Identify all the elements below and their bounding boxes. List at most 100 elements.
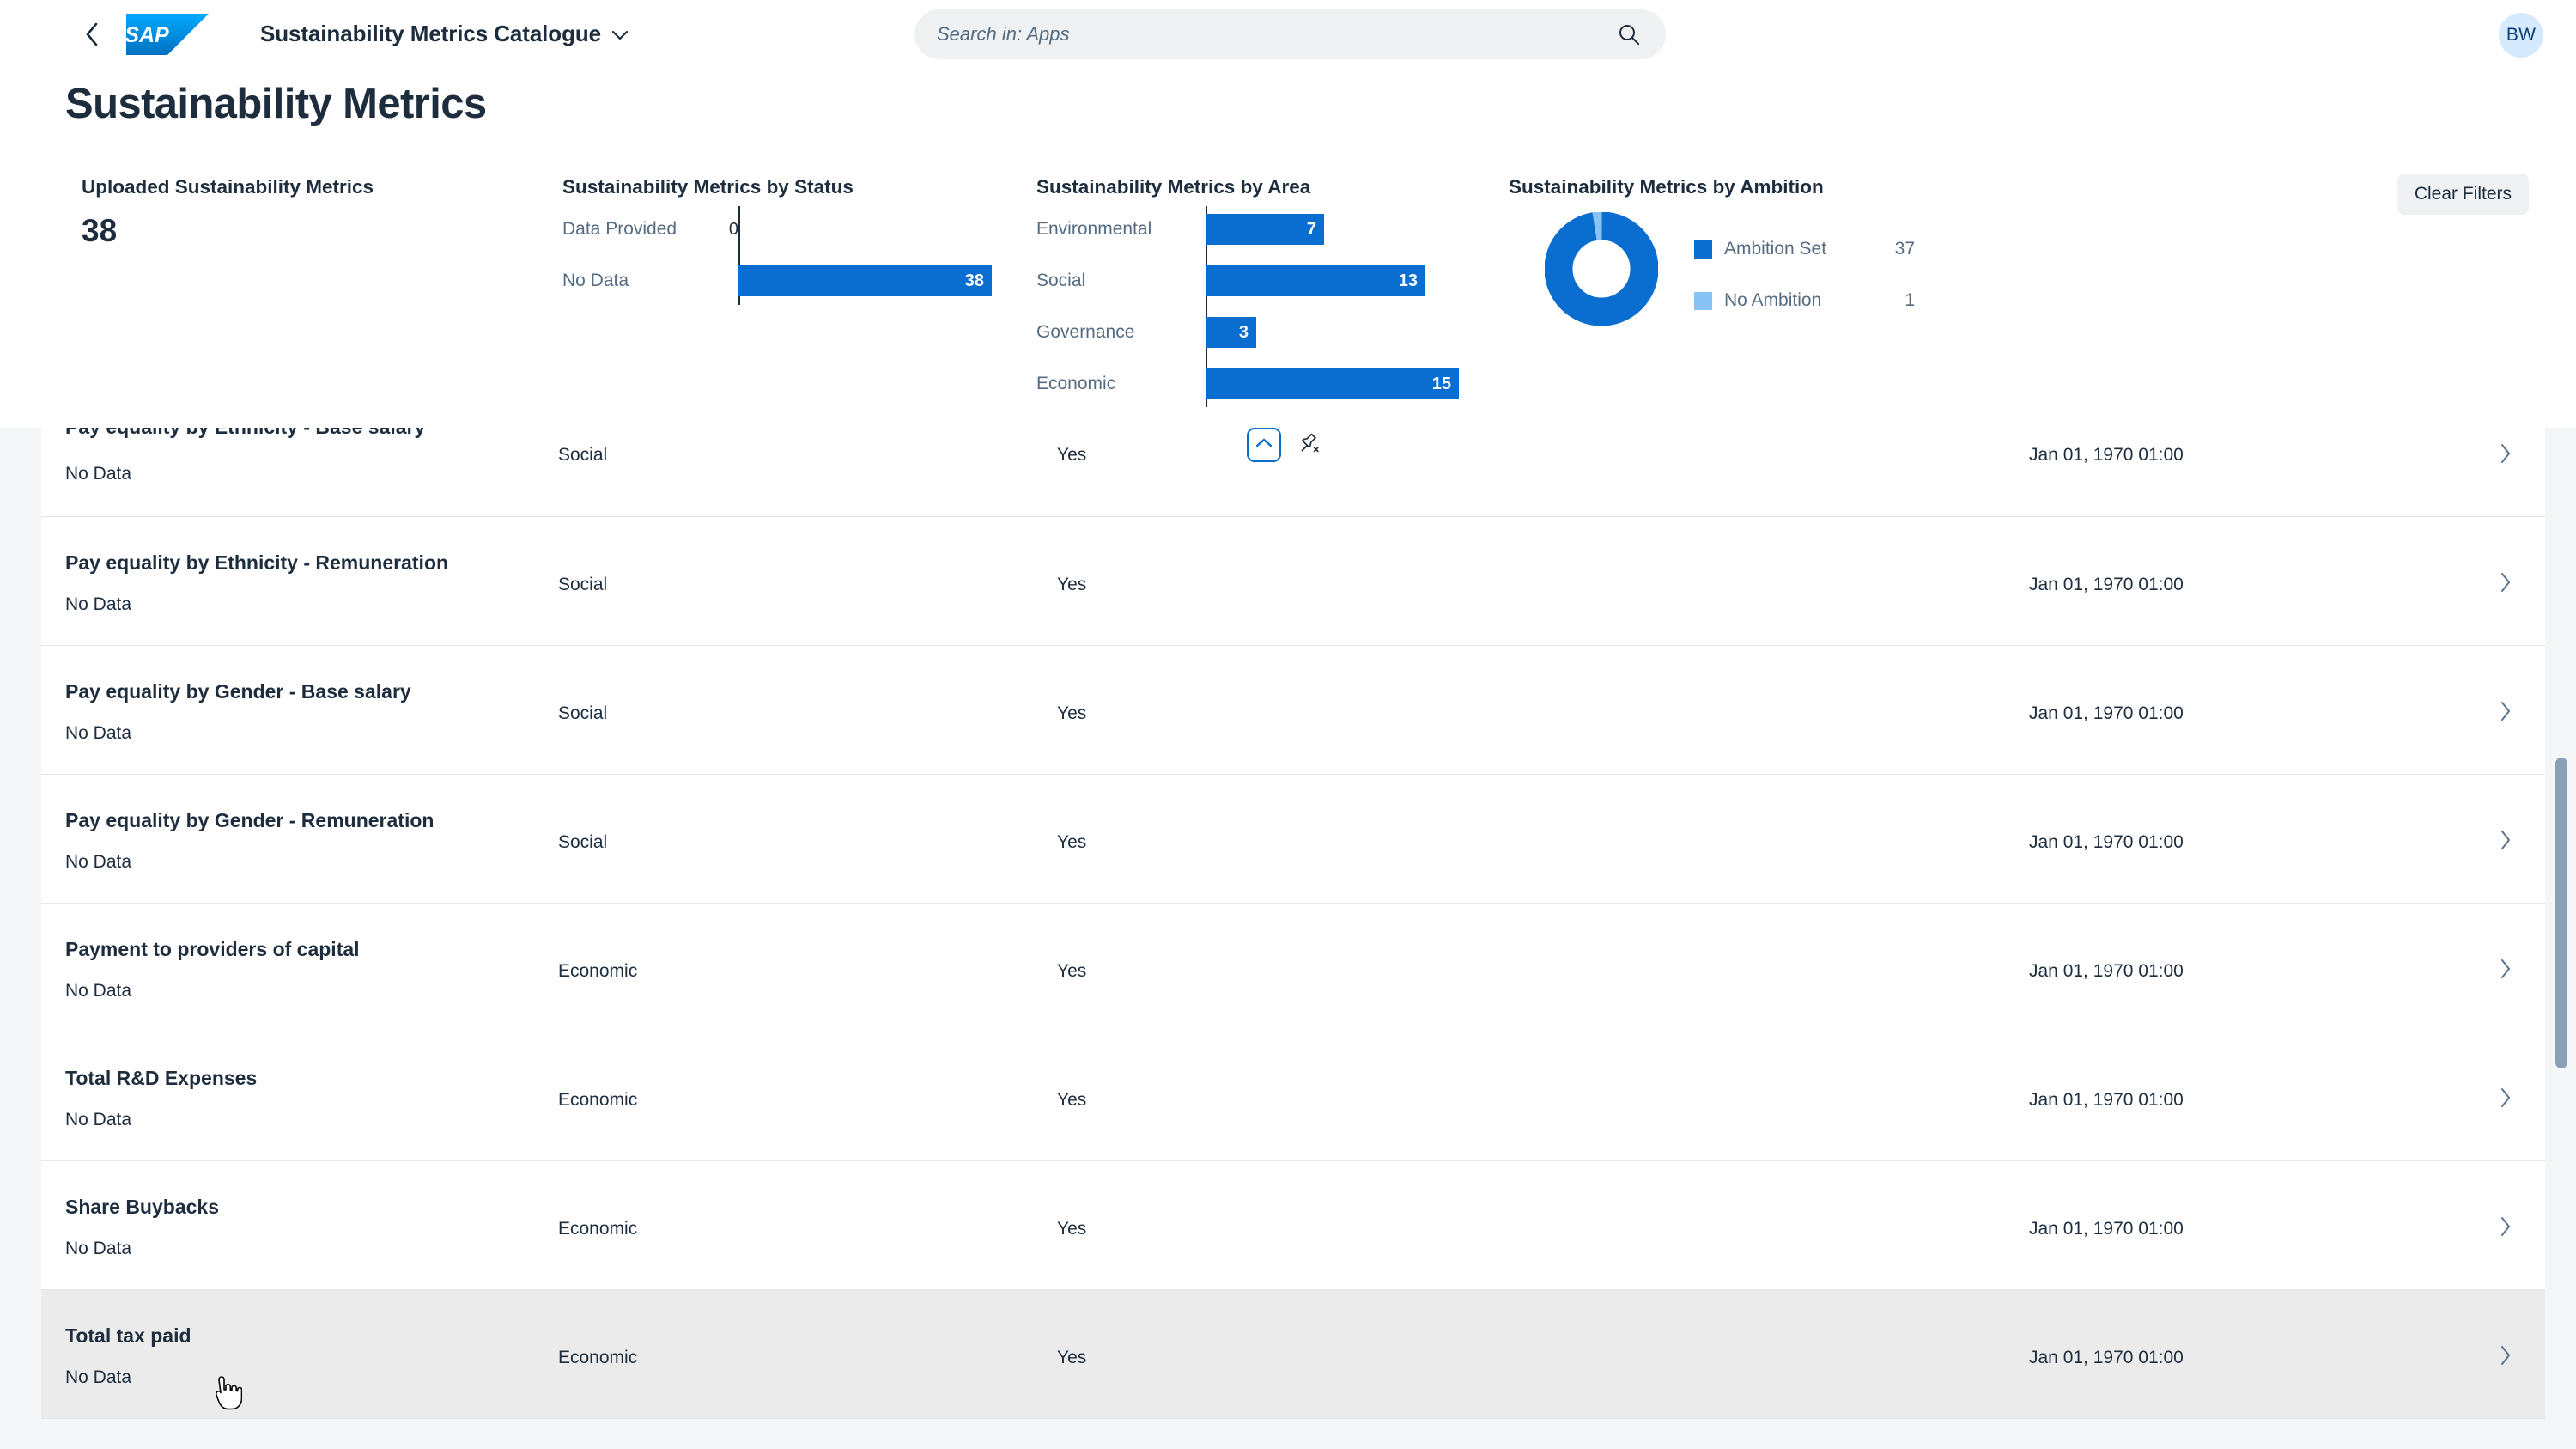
app-title-label: Sustainability Metrics Catalogue bbox=[260, 21, 602, 46]
chevron-right-icon[interactable] bbox=[2495, 1343, 2516, 1367]
chart-card-by-status[interactable]: Sustainability Metrics by Status Data Pr… bbox=[562, 176, 992, 305]
chevron-right-icon[interactable] bbox=[2495, 1215, 2516, 1239]
unpin-icon bbox=[1299, 432, 1321, 459]
avatar[interactable]: BW bbox=[2499, 13, 2543, 58]
metric-name: Pay equality by Ethnicity - Remuneration bbox=[65, 551, 449, 574]
unpin-header-button[interactable] bbox=[1293, 428, 1327, 462]
metric-name: Total R&D Expenses bbox=[65, 1067, 258, 1089]
chevron-right-icon[interactable] bbox=[2495, 441, 2516, 466]
legend-label: Ambition Set bbox=[1724, 239, 1827, 259]
table-rows-container: Pay equality by Ethnicity - Base salary N… bbox=[41, 428, 2545, 1419]
legend-item[interactable]: No Ambition 1 bbox=[1694, 288, 1915, 314]
bar-track: 7 bbox=[1206, 214, 1440, 245]
bar-category-label: No Data bbox=[562, 271, 629, 290]
svg-text:SAP: SAP bbox=[126, 23, 169, 47]
bar-row[interactable]: Data Provided 0 bbox=[562, 214, 992, 245]
kpi-card-uploaded-metrics[interactable]: Uploaded Sustainability Metrics 38 bbox=[82, 176, 374, 249]
sap-logo[interactable]: SAP bbox=[126, 13, 209, 55]
metric-date: Jan 01, 1970 01:00 bbox=[2029, 832, 2184, 852]
table-row[interactable]: Total tax paid No Data Economic Yes Jan 01, … bbox=[41, 1290, 2545, 1419]
bar-value-label: 15 bbox=[1431, 374, 1451, 393]
chevron-right-icon[interactable] bbox=[2495, 699, 2516, 723]
metric-ambition: Yes bbox=[1057, 832, 1087, 852]
legend-label: No Ambition bbox=[1724, 290, 1822, 310]
clear-filters-button[interactable]: Clear Filters bbox=[2397, 174, 2529, 215]
chevron-right-icon[interactable] bbox=[2495, 957, 2516, 981]
bar-row[interactable]: Environmental 7 bbox=[1036, 214, 1440, 245]
metric-status: No Data bbox=[65, 594, 132, 614]
table-row[interactable]: Total R&D Expenses No Data Economic Yes Jan … bbox=[41, 1032, 2545, 1161]
chevron-right-icon[interactable] bbox=[2495, 570, 2516, 594]
metric-status: No Data bbox=[65, 1367, 132, 1387]
metric-area: Social bbox=[558, 445, 608, 465]
filter-chart-bar: Uploaded Sustainability Metrics 38 Susta… bbox=[0, 163, 2576, 429]
bar-track: 15 bbox=[1206, 368, 1459, 399]
metric-date: Jan 01, 1970 01:00 bbox=[2029, 575, 2184, 594]
bar-fill[interactable]: 7 bbox=[1206, 214, 1324, 245]
back-button[interactable] bbox=[73, 15, 111, 53]
bar-chart-by-status: Data Provided 0 No Data 38 bbox=[562, 206, 992, 305]
metric-status: No Data bbox=[65, 981, 132, 1001]
chart-title-by-status: Sustainability Metrics by Status bbox=[562, 176, 854, 198]
bar-fill[interactable]: 38 bbox=[738, 265, 992, 296]
metric-area: Economic bbox=[558, 1090, 638, 1110]
kpi-value: 38 bbox=[82, 213, 118, 248]
metric-area: Social bbox=[558, 575, 608, 594]
metric-ambition: Yes bbox=[1057, 961, 1087, 981]
legend-item[interactable]: Ambition Set 37 bbox=[1694, 236, 1915, 262]
collapse-header-button[interactable] bbox=[1247, 428, 1281, 462]
legend-swatch-ambition-set bbox=[1694, 240, 1712, 259]
metric-status: No Data bbox=[65, 1239, 132, 1258]
search-icon[interactable] bbox=[1614, 20, 1643, 49]
bar-fill[interactable]: 13 bbox=[1206, 265, 1425, 296]
metric-name: Share Buybacks bbox=[65, 1196, 219, 1218]
chart-card-by-area[interactable]: Sustainability Metrics by Area Environme… bbox=[1036, 176, 1459, 407]
bar-chart-by-area: Environmental 7 Social 13 Governance 3 E… bbox=[1036, 206, 1459, 407]
metric-ambition: Yes bbox=[1057, 575, 1087, 594]
vertical-scrollbar-thumb[interactable] bbox=[2555, 758, 2567, 1068]
bar-track: 13 bbox=[1206, 265, 1440, 296]
table-row[interactable]: Payment to providers of capital No Data Ec… bbox=[41, 904, 2545, 1032]
metric-date: Jan 01, 1970 01:00 bbox=[2029, 1348, 2184, 1367]
app-title[interactable]: Sustainability Metrics Catalogue bbox=[260, 21, 629, 47]
chevron-right-icon[interactable] bbox=[2495, 828, 2516, 852]
vertical-scrollbar-track[interactable] bbox=[2552, 428, 2571, 1449]
bar-row[interactable]: Economic 15 bbox=[1036, 368, 1459, 399]
table-row[interactable]: Share Buybacks No Data Economic Yes Jan 01, … bbox=[41, 1161, 2545, 1290]
chevron-up-icon bbox=[1255, 437, 1273, 453]
metric-ambition: Yes bbox=[1057, 445, 1087, 465]
metric-ambition: Yes bbox=[1057, 1090, 1087, 1110]
metric-date: Jan 01, 1970 01:00 bbox=[2029, 1090, 2184, 1110]
metrics-table: Pay equality by Ethnicity - Base salary N… bbox=[0, 428, 2576, 1449]
chevron-left-icon bbox=[83, 21, 100, 48]
bar-track: 38 bbox=[738, 265, 992, 296]
table-row[interactable]: Pay equality by Ethnicity - Remuneration… bbox=[41, 517, 2545, 646]
bar-value-label: 0 bbox=[728, 219, 738, 239]
bar-row[interactable]: Social 13 bbox=[1036, 265, 1440, 296]
metric-date: Jan 01, 1970 01:00 bbox=[2029, 703, 2184, 723]
bar-fill[interactable]: 3 bbox=[1206, 317, 1256, 348]
metric-name: Payment to providers of capital bbox=[65, 938, 360, 960]
donut-chart-by-ambition[interactable] bbox=[1544, 211, 1659, 326]
search-input[interactable] bbox=[937, 23, 1614, 46]
bar-category-label: Governance bbox=[1036, 322, 1135, 342]
table-row[interactable]: Pay equality by Gender - Base salary No D… bbox=[41, 646, 2545, 775]
donut-legend: Ambition Set 37 No Ambition 1 bbox=[1694, 236, 1915, 314]
bar-category-label: Social bbox=[1036, 271, 1086, 290]
kpi-title: Uploaded Sustainability Metrics bbox=[82, 176, 374, 198]
table-row[interactable]: Pay equality by Gender - Remuneration No … bbox=[41, 775, 2545, 904]
bar-category-label: Economic bbox=[1036, 374, 1116, 393]
bar-fill[interactable]: 15 bbox=[1206, 368, 1459, 399]
chart-card-by-ambition[interactable]: Sustainability Metrics by Ambition Ambit… bbox=[1509, 176, 1915, 326]
bar-category-label: Data Provided bbox=[562, 219, 677, 239]
donut-slice-no-ambition[interactable] bbox=[1544, 211, 1659, 326]
metric-name: Total tax paid bbox=[65, 1324, 191, 1347]
bar-row[interactable]: Governance 3 bbox=[1036, 317, 1440, 348]
metric-name: Pay equality by Ethnicity - Base salary bbox=[65, 428, 425, 439]
search-box[interactable] bbox=[914, 9, 1666, 59]
chevron-right-icon[interactable] bbox=[2495, 1086, 2516, 1110]
legend-value: 1 bbox=[1905, 290, 1915, 310]
bar-row[interactable]: No Data 38 bbox=[562, 265, 992, 296]
metric-status: No Data bbox=[65, 723, 132, 743]
metric-ambition: Yes bbox=[1057, 1348, 1087, 1367]
